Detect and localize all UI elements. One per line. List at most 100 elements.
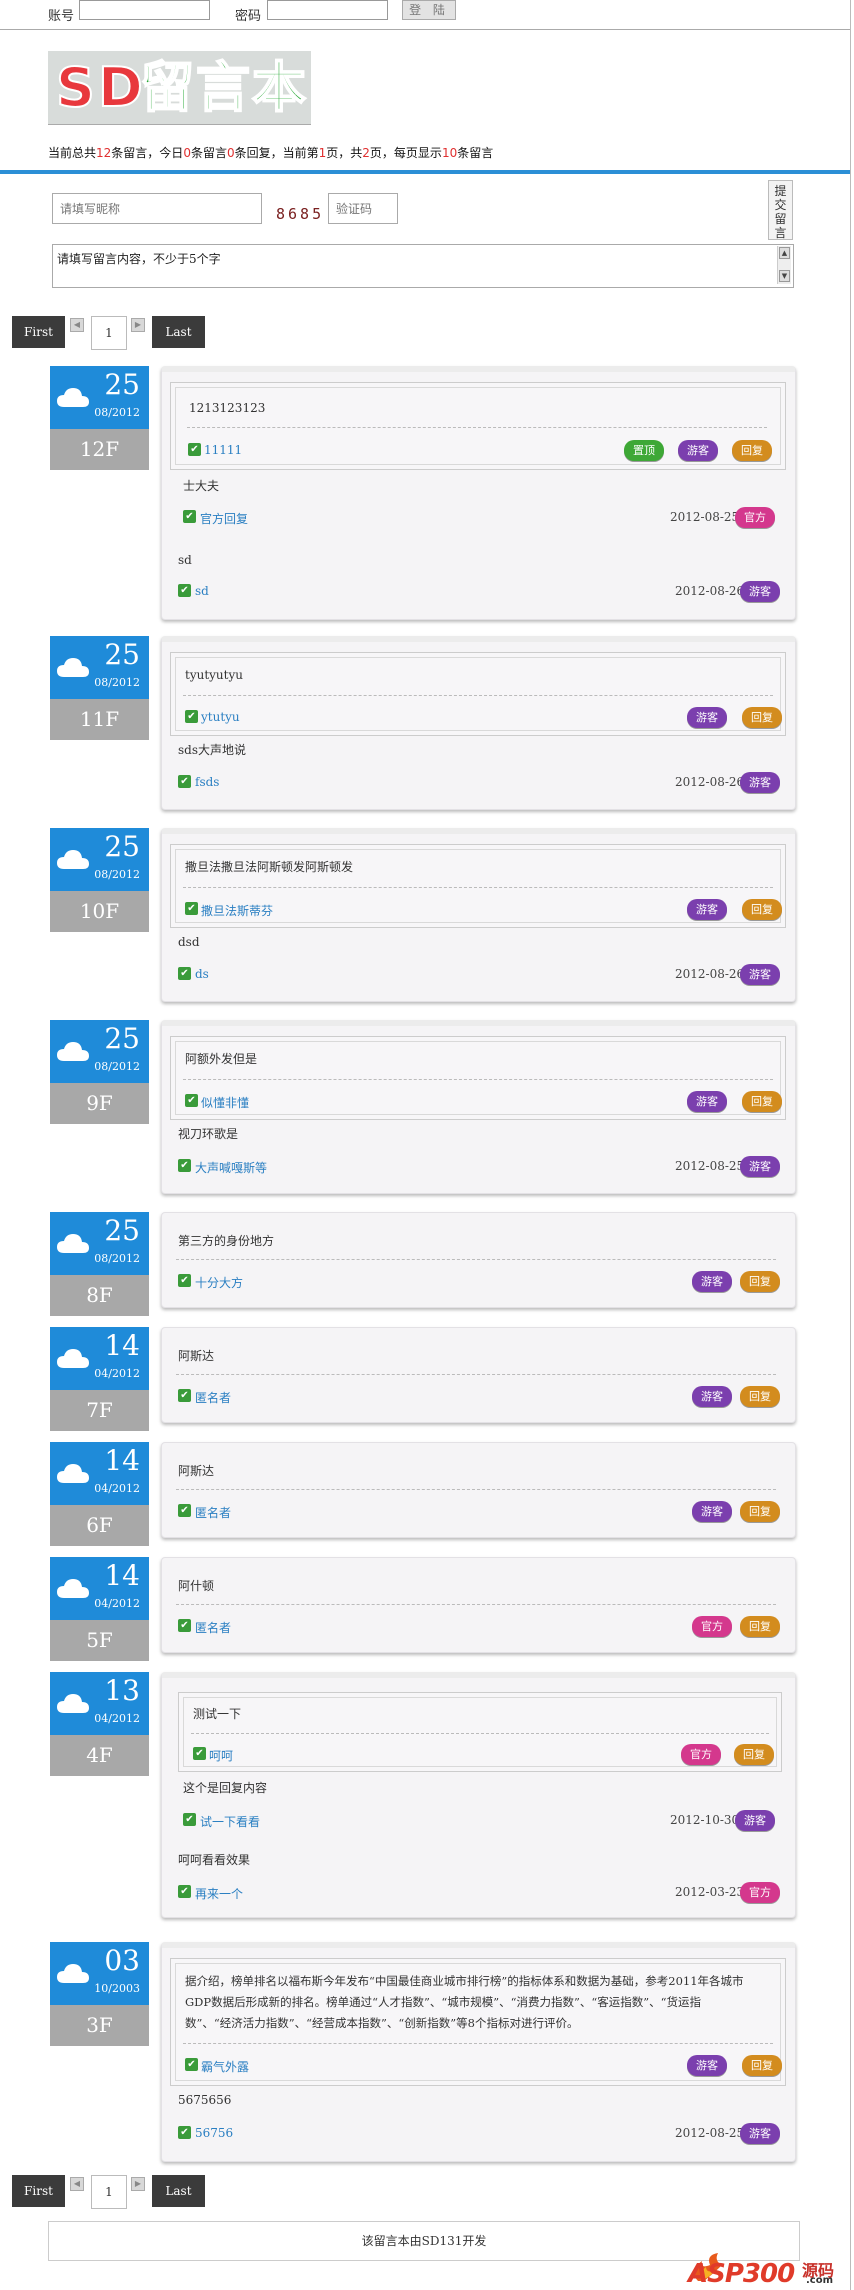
cloud-icon	[57, 1694, 89, 1713]
right-border	[850, 0, 851, 2290]
guest-tag: 游客	[687, 707, 727, 728]
author-name[interactable]: 似懂非懂	[201, 1094, 249, 1111]
check-icon: ✔	[178, 1389, 191, 1402]
date-box: 13 04/2012 4F	[50, 1672, 149, 1776]
date-box: 25 08/2012 8F	[50, 1212, 149, 1316]
site-logo[interactable]: S D 留 言 本	[48, 51, 311, 125]
reply-button[interactable]: 回复	[740, 1501, 780, 1522]
author-name[interactable]: 匿名者	[195, 1504, 231, 1521]
floor-number: 9F	[50, 1083, 149, 1124]
message-card: 据介绍，榜单排名以福布斯今年发布“中国最佳商业城市排行榜”的指标体系和数据为基础…	[161, 1942, 796, 2162]
message-card: 1213123123 ✔ 11111 置顶 游客 回复 士大夫 ✔ 官方回复 2…	[161, 366, 796, 620]
captcha-image[interactable]: 8685	[276, 205, 324, 223]
first-page-button[interactable]: First	[12, 2175, 65, 2207]
quoted-message: 阿额外发但是 ✔ 似懂非懂 游客 回复	[170, 1036, 786, 1120]
reply-button[interactable]: 回复	[740, 1616, 780, 1637]
author-name[interactable]: 匿名者	[195, 1619, 231, 1636]
floor-number: 11F	[50, 699, 149, 740]
prev-arrow-icon[interactable]: ◀	[70, 318, 84, 332]
scroll-down-icon[interactable]: ▼	[779, 270, 790, 282]
author-name[interactable]: 再来一个	[195, 1885, 243, 1902]
floor-number: 7F	[50, 1390, 149, 1431]
reply-button[interactable]: 回复	[742, 2055, 782, 2076]
author-name[interactable]: ds	[195, 967, 209, 981]
watermark-brand: ASP300	[688, 2259, 795, 2289]
official-tag: 官方	[681, 1744, 721, 1765]
password-input[interactable]	[267, 0, 388, 20]
author-name[interactable]: 霸气外露	[201, 2058, 249, 2075]
date-box: 03 10/2003 3F	[50, 1942, 149, 2046]
cloud-icon	[57, 1464, 89, 1483]
author-name[interactable]: sd	[195, 584, 209, 598]
next-arrow-icon[interactable]: ▶	[131, 2177, 145, 2191]
prev-arrow-icon[interactable]: ◀	[70, 2177, 84, 2191]
message-card: 阿斯达 ✔ 匿名者 游客 回复	[161, 1442, 796, 1538]
check-icon: ✔	[185, 1094, 198, 1107]
accent-line	[0, 170, 850, 174]
post-date: 2012-03-23	[675, 1885, 745, 1899]
first-page-button[interactable]: First	[12, 316, 65, 348]
next-arrow-icon[interactable]: ▶	[131, 318, 145, 332]
author-name[interactable]: 11111	[204, 443, 242, 457]
message-card: 撒旦法撒旦法阿斯顿发阿斯顿发 ✔ 撒旦法斯蒂芬 游客 回复 dsd ✔ ds 2…	[161, 828, 796, 1002]
account-input[interactable]	[79, 0, 210, 20]
official-tag: 官方	[692, 1616, 732, 1637]
floor-number: 10F	[50, 891, 149, 932]
cloud-icon	[57, 1042, 89, 1061]
guest-tag: 游客	[692, 1386, 732, 1407]
reply-button[interactable]: 回复	[732, 440, 772, 461]
captcha-input[interactable]	[328, 193, 398, 224]
guest-tag: 游客	[735, 1810, 775, 1831]
nickname-input[interactable]	[52, 193, 262, 224]
guest-tag: 游客	[740, 581, 780, 602]
official-reply-name[interactable]: 官方回复	[200, 510, 248, 527]
page-number[interactable]: 1	[91, 316, 127, 350]
content-textarea[interactable]: 请填写留言内容，不少于5个字	[52, 244, 794, 288]
guest-tag: 游客	[740, 1156, 780, 1177]
date-box: 25 08/2012 12F	[50, 366, 149, 470]
check-icon: ✔	[183, 1813, 196, 1826]
guest-tag: 游客	[687, 899, 727, 920]
official-tag: 官方	[735, 507, 775, 528]
date-box: 25 08/2012 11F	[50, 636, 149, 740]
reply-button[interactable]: 回复	[740, 1271, 780, 1292]
page-number[interactable]: 1	[91, 2175, 127, 2209]
author-name[interactable]: ytutyu	[201, 710, 240, 724]
check-icon: ✔	[185, 2058, 198, 2071]
author-name[interactable]: 十分大方	[195, 1274, 243, 1291]
reply-button[interactable]: 回复	[734, 1744, 774, 1765]
author-name[interactable]: 撒旦法斯蒂芬	[201, 902, 273, 919]
author-name[interactable]: 试一下看看	[200, 1813, 260, 1830]
textarea-scrollbar[interactable]: ▲ ▼	[777, 246, 791, 284]
guest-tag: 游客	[687, 1091, 727, 1112]
check-icon: ✔	[178, 967, 191, 980]
post-date: 2012-08-25	[675, 2126, 745, 2140]
reply-button[interactable]: 回复	[742, 707, 782, 728]
floor-number: 6F	[50, 1505, 149, 1546]
reply-button[interactable]: 回复	[742, 899, 782, 920]
check-icon: ✔	[178, 1885, 191, 1898]
author-name[interactable]: fsds	[195, 775, 219, 789]
guest-tag: 游客	[740, 2123, 780, 2144]
author-name[interactable]: 大声喊嘎斯等	[195, 1159, 267, 1176]
date-box: 14 04/2012 6F	[50, 1442, 149, 1546]
submit-message-button[interactable]: 提交留言	[768, 180, 793, 240]
author-name[interactable]: 匿名者	[195, 1389, 231, 1406]
guest-tag: 游客	[687, 2055, 727, 2076]
author-name[interactable]: 呵呵	[209, 1747, 233, 1764]
last-page-button[interactable]: Last	[152, 2175, 205, 2207]
cloud-icon	[57, 388, 89, 407]
check-icon: ✔	[185, 710, 198, 723]
message-card: 阿什顿 ✔ 匿名者 官方 回复	[161, 1557, 796, 1653]
reply-button[interactable]: 回复	[740, 1386, 780, 1407]
last-page-button[interactable]: Last	[152, 316, 205, 348]
login-button[interactable]: 登 陆	[402, 0, 456, 20]
message-card: 测试一下 ✔ 呵呵 官方 回复 这个是回复内容 ✔ 试一下看看 2012-10-…	[161, 1672, 796, 1918]
check-icon: ✔	[178, 584, 191, 597]
reply-button[interactable]: 回复	[742, 1091, 782, 1112]
guestbook-page: 账号 密码 登 陆 S D 留 言 本 当前总共12条留言，今日0条留言0条回复…	[0, 0, 854, 2290]
message-card: 第三方的身份地方 ✔ 十分大方 游客 回复	[161, 1212, 796, 1308]
author-name[interactable]: 56756	[195, 2126, 233, 2140]
scroll-up-icon[interactable]: ▲	[779, 247, 790, 259]
cloud-icon	[57, 1964, 89, 1983]
